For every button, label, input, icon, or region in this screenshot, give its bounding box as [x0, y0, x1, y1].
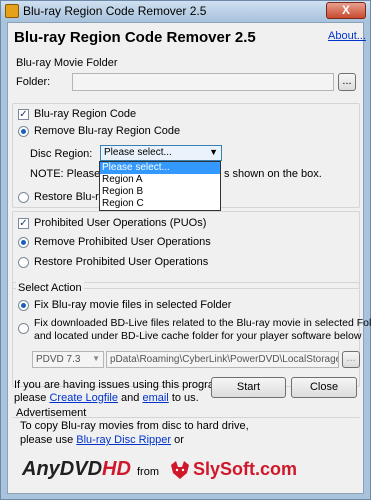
disc-region-dropdown[interactable]: Please select... Region A Region B Regio… [99, 161, 221, 211]
page-title: Blu-ray Region Code Remover 2.5 [14, 29, 256, 46]
anydvd-banner[interactable]: AnyDVDHD from SlySoft.com [22, 456, 352, 486]
window-close-button[interactable]: X [326, 2, 366, 19]
email-link[interactable]: email [142, 392, 168, 404]
puo-checkbox-label: Prohibited User Operations (PUOs) [34, 217, 207, 229]
player-select[interactable]: PDVD 7.3 ▼ [32, 351, 104, 368]
folder-browse-button[interactable]: ... [338, 73, 356, 91]
region-note-end: s shown on the box. [224, 168, 322, 180]
about-link[interactable]: About... [328, 30, 366, 42]
disc-region-option-b[interactable]: Region B [100, 186, 220, 198]
select-action-label: Select Action [16, 282, 84, 294]
puo-group: ✓ Prohibited User Operations (PUOs) Remo… [12, 211, 360, 289]
help-text-line2: please Create Logfile and email to us. [14, 392, 199, 404]
disc-region-selected: Please select... [104, 147, 172, 158]
restore-region-code-radio[interactable] [18, 192, 29, 203]
restore-region-code-label: Restore Blu-ra [34, 191, 105, 203]
cache-browse-button[interactable]: ... [342, 351, 360, 368]
fox-logo-icon [169, 459, 191, 481]
ad-line1: To copy Blu-ray movies from disc to hard… [20, 420, 249, 432]
help-text-line1: If you are having issues using this prog… [14, 379, 227, 391]
restore-puo-label: Restore Prohibited User Operations [34, 256, 209, 268]
title-bar[interactable]: Blu-ray Region Code Remover 2.5 X [1, 1, 370, 21]
disc-region-select[interactable]: Please select... ▼ [100, 145, 222, 161]
ad-line2: please use Blu-ray Disc Ripper or [20, 434, 184, 446]
create-logfile-link[interactable]: Create Logfile [49, 392, 118, 404]
region-code-checkbox-label: Blu-ray Region Code [34, 108, 137, 120]
from-text: from [137, 466, 159, 478]
disc-region-label: Disc Region: [30, 148, 93, 160]
slysoft-logo-text: SlySoft.com [193, 459, 298, 479]
window-title: Blu-ray Region Code Remover 2.5 [23, 4, 207, 18]
chevron-down-icon[interactable]: ▼ [209, 147, 218, 157]
movie-folder-group-label: Blu-ray Movie Folder [16, 57, 118, 69]
restore-puo-radio[interactable] [18, 257, 29, 268]
region-note-start: NOTE: Please s [30, 168, 109, 180]
bluray-disc-ripper-link[interactable]: Blu-ray Disc Ripper [76, 434, 171, 446]
cache-path-value: pData\Roaming\CyberLink\PowerDVD\LocalSt… [110, 354, 339, 365]
app-window: Blu-ray Region Code Remover 2.5 X Blu-ra… [0, 0, 371, 500]
remove-region-code-radio[interactable] [18, 126, 29, 137]
close-button[interactable]: Close [291, 377, 357, 398]
advertisement-group: To copy Blu-ray movies from disc to hard… [12, 417, 360, 489]
folder-input[interactable] [72, 73, 334, 91]
fix-bdlive-line2: and located under BD-Live cache folder f… [34, 330, 362, 342]
remove-puo-label: Remove Prohibited User Operations [34, 236, 211, 248]
help-suffix: to us. [171, 392, 199, 404]
fix-bdlive-line1: Fix downloaded BD-Live files related to … [34, 317, 371, 329]
disc-region-option-placeholder[interactable]: Please select... [100, 162, 220, 174]
disc-region-option-a[interactable]: Region A [100, 174, 220, 186]
fix-folder-radio[interactable] [18, 300, 29, 311]
remove-region-code-label: Remove Blu-ray Region Code [34, 125, 181, 137]
movie-folder-group: Folder: ... [12, 69, 360, 95]
player-selected: PDVD 7.3 [36, 354, 81, 365]
main-panel: Blu-ray Region Code Remover 2.5 About...… [7, 22, 371, 494]
remove-puo-radio[interactable] [18, 237, 29, 248]
ad-line2-suffix: or [174, 434, 184, 446]
help-prefix: please [14, 392, 47, 404]
folder-label: Folder: [16, 76, 51, 88]
anydvd-logo-text: AnyDVDHD [22, 458, 131, 480]
region-code-checkbox[interactable]: ✓ [18, 109, 29, 120]
disc-region-option-c[interactable]: Region C [100, 198, 220, 210]
fix-bdlive-radio[interactable] [18, 323, 29, 334]
ad-line2-prefix: please use [20, 434, 74, 446]
select-action-group: Select Action Fix Blu-ray movie files in… [12, 282, 371, 387]
cache-path-input[interactable]: pData\Roaming\CyberLink\PowerDVD\LocalSt… [106, 351, 339, 368]
help-and: and [121, 392, 140, 404]
start-button[interactable]: Start [211, 377, 286, 398]
fix-folder-label: Fix Blu-ray movie files in selected Fold… [34, 299, 232, 311]
app-icon [5, 4, 19, 18]
puo-checkbox[interactable]: ✓ [18, 218, 29, 229]
chevron-down-icon[interactable]: ▼ [92, 354, 100, 363]
